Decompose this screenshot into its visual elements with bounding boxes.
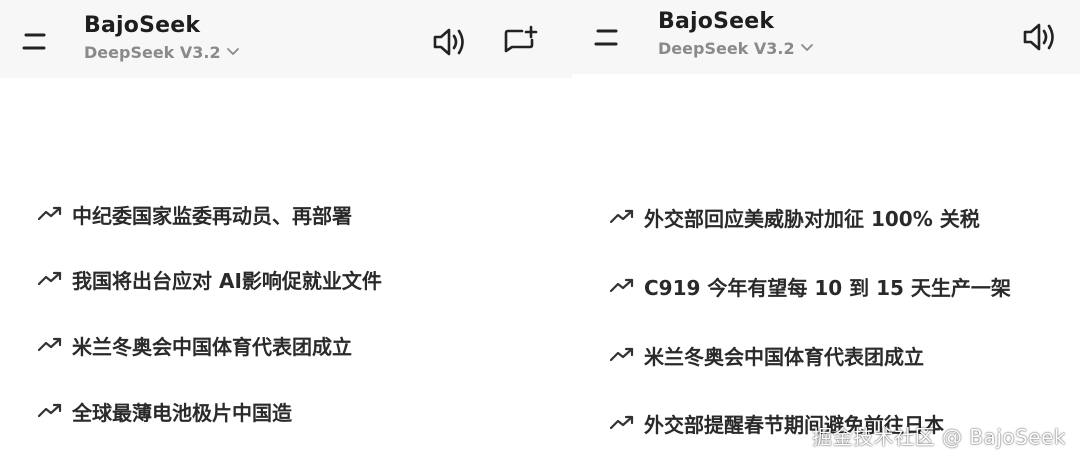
trending-icon — [609, 410, 634, 434]
left-chat-panel: BajoSeek DeepSeek V3.2 中纪委国家监委再动员、再部署 我国… — [0, 0, 572, 464]
list-item-label: C919 今年有望每 10 到 15 天生产一架 — [644, 276, 1011, 300]
list-item[interactable]: 米兰冬奥会中国体育代表团成立 — [37, 331, 352, 360]
list-item-label: 外交部回应美威胁对加征 100% 关税 — [644, 207, 980, 231]
right-chat-panel: BajoSeek DeepSeek V3.2 外交部回应美威胁对加征 100% … — [572, 0, 1080, 464]
list-item-label: 米兰冬奥会中国体育代表团成立 — [72, 335, 352, 359]
right-header: BajoSeek DeepSeek V3.2 — [572, 0, 1080, 74]
new-chat-icon — [504, 25, 538, 53]
trending-icon — [609, 342, 634, 366]
speaker-icon — [433, 28, 464, 56]
list-item[interactable]: 米兰冬奥会中国体育代表团成立 — [609, 341, 924, 370]
trending-icon — [37, 201, 62, 225]
app-title: BajoSeek — [658, 9, 775, 34]
speaker-button[interactable] — [1022, 21, 1058, 53]
chevron-down-icon — [800, 38, 814, 57]
trending-icon — [609, 273, 634, 297]
speaker-icon — [1023, 23, 1054, 51]
model-name: DeepSeek V3.2 — [84, 43, 221, 62]
app-title: BajoSeek — [84, 13, 201, 38]
list-item[interactable]: C919 今年有望每 10 到 15 天生产一架 — [609, 272, 1011, 301]
chevron-down-icon — [226, 42, 240, 61]
list-item[interactable]: 全球最薄电池极片中国造 — [37, 397, 292, 426]
left-header: BajoSeek DeepSeek V3.2 — [0, 0, 572, 78]
list-item-label: 全球最薄电池极片中国造 — [72, 401, 292, 425]
model-name: DeepSeek V3.2 — [658, 39, 795, 58]
list-item-label: 中纪委国家监委再动员、再部署 — [72, 204, 352, 228]
watermark: 掘金技术社区 @ BajoSeek — [812, 425, 1066, 449]
menu-icon — [22, 33, 46, 50]
new-chat-button[interactable] — [503, 25, 539, 59]
model-selector[interactable]: DeepSeek V3.2 — [84, 43, 240, 63]
menu-icon — [594, 29, 618, 46]
trending-icon — [37, 266, 62, 290]
trending-icon — [37, 332, 62, 356]
menu-button[interactable] — [592, 22, 622, 52]
menu-button[interactable] — [20, 26, 50, 56]
list-item[interactable]: 我国将出台应对 AI影响促就业文件 — [37, 265, 382, 294]
list-item[interactable]: 外交部回应美威胁对加征 100% 关税 — [609, 203, 980, 232]
list-item-label: 米兰冬奥会中国体育代表团成立 — [644, 345, 924, 369]
speaker-button[interactable] — [432, 26, 468, 58]
list-item[interactable]: 中纪委国家监委再动员、再部署 — [37, 200, 352, 229]
trending-icon — [37, 398, 62, 422]
trending-icon — [609, 204, 634, 228]
list-item-label: 我国将出台应对 AI影响促就业文件 — [72, 269, 382, 293]
model-selector[interactable]: DeepSeek V3.2 — [658, 39, 814, 59]
